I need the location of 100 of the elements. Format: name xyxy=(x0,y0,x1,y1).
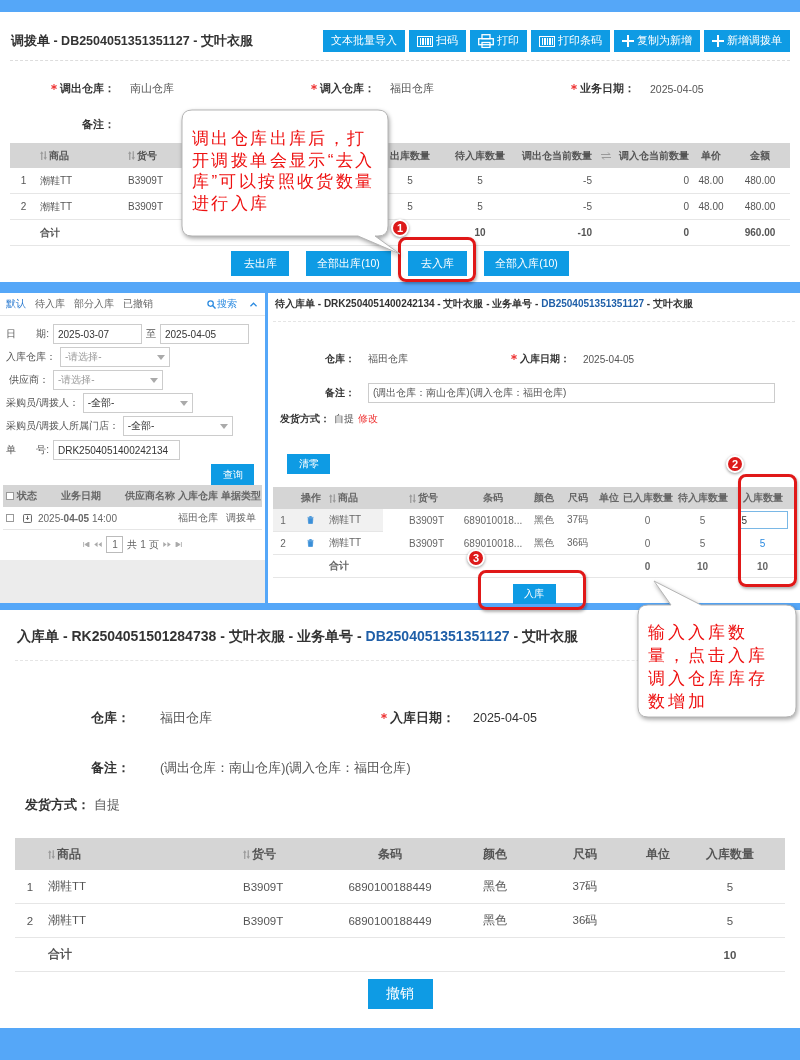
action-button[interactable]: 全部出库(10) xyxy=(306,251,391,276)
field-value: (调出仓库：南山仓库)(调入仓库：福田仓库) xyxy=(160,760,411,775)
previous-page-icon[interactable] xyxy=(94,542,103,547)
column-header: 状态 xyxy=(17,489,37,503)
toolbar-button[interactable]: 打印 xyxy=(470,30,527,52)
toolbar-button[interactable]: 新增调拨单 xyxy=(704,30,790,52)
filter-tab[interactable]: 默认 xyxy=(6,297,26,311)
sort-icon[interactable] xyxy=(48,849,55,859)
table-cell: 0 xyxy=(644,514,651,526)
action-button[interactable]: 去入库 xyxy=(408,251,467,276)
select-field[interactable]: -请选择- xyxy=(53,370,163,390)
select-field[interactable]: -全部- xyxy=(122,416,233,436)
table-cell: 5 xyxy=(407,201,413,212)
field-label: 备注： xyxy=(325,387,355,398)
remark-field[interactable]: (调出仓库：南山仓库)(调入仓库：福田仓库) xyxy=(368,383,775,403)
stock-in-button[interactable]: 入库 xyxy=(512,584,556,604)
swap-icon[interactable] xyxy=(601,151,611,160)
column-header[interactable]: 货号 xyxy=(418,491,438,505)
field-label: 仓库： xyxy=(325,353,355,364)
table-cell: 1 xyxy=(20,175,27,186)
column-header: 单位 xyxy=(599,491,619,505)
plus-icon xyxy=(622,35,634,47)
column-header[interactable]: 商品 xyxy=(49,148,69,163)
trash-icon[interactable] xyxy=(307,516,314,524)
collapse-caret-icon[interactable] xyxy=(250,301,257,307)
dropdown-caret-icon xyxy=(150,377,158,383)
table-cell: 2 xyxy=(26,914,34,927)
table-cell: 1 xyxy=(26,880,34,893)
filter-tab[interactable]: 待入库 xyxy=(35,297,65,311)
table-cell: 福田仓库 xyxy=(177,511,218,525)
order-link[interactable]: DB2504051351351127 xyxy=(541,298,645,309)
order-link[interactable]: DB2504051351351127 xyxy=(365,628,510,644)
field-value: 2025-04-05 xyxy=(583,353,635,365)
field-label: 仓库： xyxy=(91,710,130,725)
sort-icon[interactable] xyxy=(40,151,47,160)
table-cell: B3909T xyxy=(409,514,445,526)
table-cell: 2025-04-05 14:00 xyxy=(38,512,117,524)
table-cell: 2 xyxy=(280,537,286,549)
search-icon xyxy=(207,299,216,309)
clear-button[interactable]: 清零 xyxy=(287,454,330,474)
table-cell: 480.00 xyxy=(744,175,776,186)
field-value: 福田仓库 xyxy=(390,82,434,94)
action-button[interactable]: 全部入库(10) xyxy=(484,251,569,276)
page-title: 调拨单 - DB2504051351351127 - 艾叶衣服 xyxy=(10,32,253,50)
checkbox[interactable] xyxy=(5,492,14,500)
table-cell: 潮鞋TT xyxy=(329,536,362,550)
quantity-link[interactable]: 5 xyxy=(759,537,766,549)
query-button[interactable]: 查询 xyxy=(211,464,254,485)
field-label: 备注： xyxy=(82,118,115,130)
checkbox[interactable] xyxy=(5,514,14,522)
sort-icon[interactable] xyxy=(243,849,250,859)
last-page-icon[interactable] xyxy=(174,542,182,547)
page-number-field[interactable]: 1 xyxy=(106,536,124,553)
first-page-icon[interactable] xyxy=(83,542,91,547)
table-cell: 10 xyxy=(474,227,486,238)
dropdown-caret-icon xyxy=(179,400,188,406)
column-header[interactable]: 商品 xyxy=(338,491,358,505)
table-cell: 6890100188449 xyxy=(348,880,432,893)
column-header: 出库数量 xyxy=(390,148,430,163)
table-cell: 48.00 xyxy=(698,175,724,186)
table-cell: 黑色 xyxy=(483,913,507,928)
table-cell: 黑色 xyxy=(534,536,554,550)
filter-tab[interactable]: 已撤销 xyxy=(123,297,153,311)
table-cell: 48.00 xyxy=(698,201,724,212)
field-value: 自提 xyxy=(94,796,120,814)
trash-icon[interactable] xyxy=(307,539,314,547)
column-header: 入库数量 xyxy=(742,491,783,505)
cancel-button[interactable]: 撤销 xyxy=(367,979,433,1009)
action-button[interactable]: 去出库 xyxy=(231,251,289,276)
column-header: 调出仓当前数量 xyxy=(522,148,592,163)
sort-icon[interactable] xyxy=(128,151,135,160)
field-label: 发货方式： xyxy=(280,412,330,426)
edit-link[interactable]: 修改 xyxy=(358,412,378,426)
filter-tab[interactable]: 部分入库 xyxy=(74,297,114,311)
toolbar-button[interactable]: 文本批量导入 xyxy=(323,30,405,52)
select-field[interactable]: -全部- xyxy=(82,393,193,413)
toolbar-button[interactable]: 打印条码 xyxy=(531,30,610,52)
sort-icon[interactable] xyxy=(329,493,336,503)
field-value: 福田仓库 xyxy=(368,353,408,364)
column-header[interactable]: 商品 xyxy=(57,845,81,863)
column-header: 单位 xyxy=(645,845,670,863)
table-cell: -5 xyxy=(583,201,592,212)
toolbar-button[interactable]: 扫码 xyxy=(409,30,466,52)
date-field[interactable]: 2025-03-07 xyxy=(53,324,142,344)
date-field[interactable]: 2025-04-05 xyxy=(160,324,249,344)
select-field[interactable]: -请选择- xyxy=(60,347,170,367)
field-label: 调入仓库： xyxy=(320,82,375,94)
column-header[interactable]: 货号 xyxy=(252,845,276,863)
next-page-icon[interactable] xyxy=(162,542,171,547)
table-cell: 10 xyxy=(696,560,709,572)
filter-label: 日 期: xyxy=(5,327,49,341)
sort-icon[interactable] xyxy=(409,493,416,503)
column-header: 条码 xyxy=(378,845,402,863)
field-value: 自提 xyxy=(334,412,354,426)
search-link[interactable]: 搜索 xyxy=(207,297,237,311)
column-header[interactable]: 货号 xyxy=(137,148,157,163)
input-field[interactable]: DRK2504051400242134 xyxy=(53,440,180,460)
table-cell: 5 xyxy=(726,914,734,927)
table-row[interactable]: 2 潮鞋TT B3909T 689010018... 黑色 36码 0 5 5 xyxy=(273,532,795,555)
toolbar-button[interactable]: 复制为新增 xyxy=(614,30,700,52)
